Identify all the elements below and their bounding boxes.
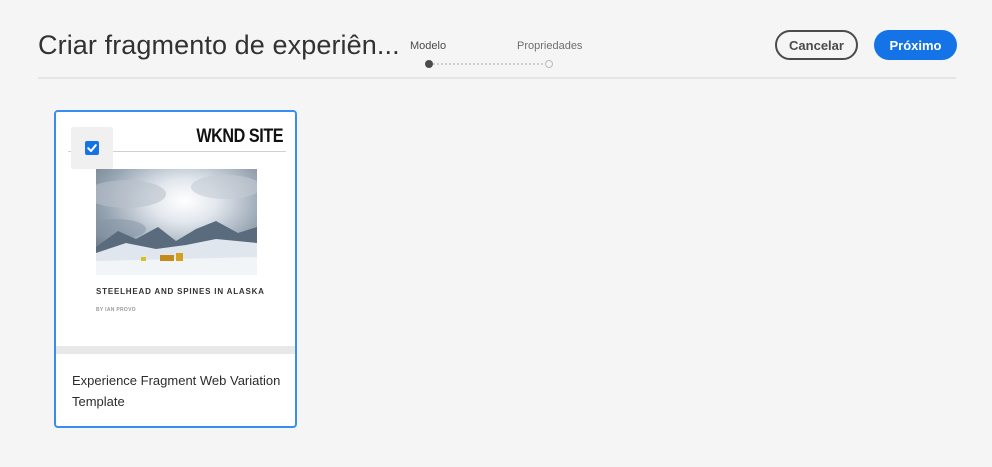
page-title: Criar fragmento de experiên... — [38, 30, 400, 60]
header-divider — [38, 77, 956, 79]
step-indicator-inactive — [545, 60, 553, 68]
step-label-propriedades: Propriedades — [517, 40, 583, 52]
template-card[interactable]: WKND SITE STEELHEAD AND SPINES IN ALASKA… — [54, 110, 297, 428]
article-title: STEELHEAD AND SPINES IN ALASKA — [96, 287, 265, 296]
next-button[interactable]: Próximo — [874, 30, 957, 60]
wizard-stepper: Modelo Propriedades — [400, 38, 600, 70]
template-thumbnail: WKND SITE STEELHEAD AND SPINES IN ALASKA… — [56, 112, 295, 350]
hero-image — [96, 169, 257, 275]
template-title: Experience Fragment Web Variation Templa… — [72, 373, 281, 409]
step-indicator-active — [425, 60, 433, 68]
step-label-modelo: Modelo — [410, 40, 447, 52]
select-checkbox[interactable] — [85, 141, 99, 155]
cancel-button[interactable]: Cancelar — [775, 30, 858, 60]
checkmark-icon — [87, 144, 97, 152]
select-checkbox-area[interactable] — [71, 127, 113, 169]
article-byline: BY IAN PROVO — [96, 307, 136, 313]
card-separator — [56, 346, 295, 354]
site-logo: WKND SITE — [196, 126, 283, 147]
stepper-connector — [433, 63, 547, 65]
